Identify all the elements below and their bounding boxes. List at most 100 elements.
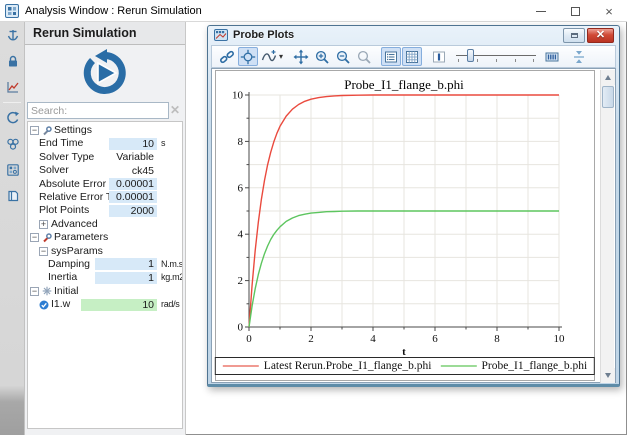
probe-close-button[interactable]: ✕ [587,28,614,43]
apps-tool-button[interactable] [0,157,25,183]
svg-text:10: 10 [232,90,244,102]
tree-label: Damping [48,258,90,271]
legend-item: Probe_I1_flange_b.phi [440,360,587,372]
minimize-button[interactable] [524,0,558,22]
tree-row[interactable]: Relative Error Tole...0.00001 [28,191,182,204]
time-slider-handle[interactable] [467,49,474,62]
search-clear-icon[interactable]: ✕ [168,103,182,117]
tree-value-field: Variable [109,151,157,163]
lock-icon [5,53,21,69]
tree-value-field[interactable]: 10 [109,138,157,150]
svg-text:Probe_I1_flange_b.phi: Probe_I1_flange_b.phi [344,77,464,92]
tree-row[interactable]: Solverck45 [28,164,182,177]
tree-value-field[interactable]: 0.00001 [109,178,157,190]
probe-chart: 00224466881010Probe_I1_flange_b.phit [216,71,594,380]
chart-icon [5,79,21,95]
zoom-in-button[interactable] [312,47,332,66]
tree-row[interactable]: Solver TypeVariable [28,151,182,164]
tree-expander-minus[interactable]: − [39,247,48,256]
legend-line-red [223,365,259,367]
probe-titlebar[interactable]: Probe Plots ✕ [211,26,616,45]
legend-item: Latest Rerun.Probe_I1_flange_b.phi [223,360,441,372]
report-tool-button[interactable] [0,183,25,209]
scrollbar-thumb[interactable] [602,86,614,108]
tree-label: I1.w [51,298,70,311]
tree-row[interactable]: End Time10s [28,137,182,150]
svg-text:10: 10 [554,333,566,345]
collapse-vertical-icon [571,49,587,65]
probe-cursor-button[interactable] [238,47,258,66]
tree-expander-plus[interactable]: + [39,220,48,229]
rerun-tool-button[interactable] [0,105,25,131]
toggle-legend-button[interactable] [381,47,401,66]
magnifier-icon [356,49,372,65]
link-plots-button[interactable] [217,47,237,66]
apps-grid-icon [5,162,21,178]
add-curve-dropdown[interactable]: ▾ [279,52,283,61]
frame-bars-button[interactable] [542,47,562,66]
tree-value-field[interactable]: 1 [95,258,157,270]
tree-label: End Time [39,137,83,150]
zoom-out-icon [335,49,351,65]
chart-legend: Latest Rerun.Probe_I1_flange_b.phi Probe… [215,357,595,375]
maximize-button[interactable] [558,0,592,22]
tree-label: Initial [54,285,79,298]
magnify-button[interactable] [354,47,374,66]
cursor-bar-icon [431,49,447,65]
tree-row[interactable]: Absolute Error Tol...0.00001 [28,178,182,191]
svg-text:8: 8 [494,333,500,345]
plot-scrollbar[interactable] [600,70,614,383]
analysis-window: Analysis Window : Rerun Simulation × [0,0,627,435]
tree-value-field[interactable]: 2000 [109,205,157,217]
rerun-simulation-button[interactable] [79,47,131,99]
legend-line-green [440,365,476,367]
tree-row[interactable]: −sysParams [28,245,182,258]
toggle-grid-button[interactable] [402,47,422,66]
zoom-out-button[interactable] [333,47,353,66]
maximize-icon [571,33,578,38]
probe-maximize-button[interactable] [563,28,585,43]
tree-expander-minus[interactable]: − [30,126,39,135]
tree-row[interactable]: −Settings [28,124,182,137]
cursor-bar-button[interactable] [429,47,449,66]
search-input[interactable] [27,102,169,119]
collapse-plots-button[interactable] [569,47,589,66]
model-tool-button[interactable] [0,131,25,157]
maximize-icon [571,7,580,16]
svg-text:4: 4 [238,229,244,241]
plot-tool-button[interactable] [0,74,25,100]
wrench-red-icon [42,233,52,243]
tree-row[interactable]: − Initial [28,285,182,298]
lock-tool-button[interactable] [0,48,25,74]
tree-label: sysParams [51,245,103,258]
probe-content: 00224466881010Probe_I1_flange_b.phit Lat… [211,68,616,383]
svg-text:4: 4 [370,333,376,345]
arrow-down-icon [605,373,611,378]
tree-row[interactable]: −Parameters [28,231,182,244]
tree-row[interactable]: Damping1N.m.s/rad [28,258,182,271]
pan-button[interactable] [291,47,311,66]
time-slider[interactable] [454,47,538,66]
add-curve-button[interactable] [259,47,279,66]
tree-row[interactable]: Inertia1kg.m2 [28,271,182,284]
tree-row[interactable]: +Advanced [28,218,182,231]
app-icon [5,4,19,18]
chart-widget[interactable]: 00224466881010Probe_I1_flange_b.phit Lat… [215,70,595,381]
tree-unit: rad/s [161,298,180,311]
tree-value-field[interactable]: 10 [81,299,157,311]
tree-unit: kg.m2 [161,271,183,284]
tree-expander-minus[interactable]: − [30,233,39,242]
tree-value-field[interactable]: 1 [95,272,157,284]
grid-icon [404,49,420,65]
tree-value-field[interactable]: 0.00001 [109,191,157,203]
search-row: ✕ [27,102,184,120]
tree-expander-minus[interactable]: − [30,287,39,296]
tree-value-field: ck45 [109,165,157,177]
scroll-down-button[interactable] [601,368,615,383]
scroll-up-button[interactable] [601,70,615,85]
legend-icon [383,49,399,65]
pin-tool-button[interactable] [0,22,25,48]
close-button[interactable]: × [592,0,626,22]
tree-row[interactable]: Plot Points2000 [28,204,182,217]
tree-row[interactable]: I1.w 10 rad/s [28,298,182,311]
